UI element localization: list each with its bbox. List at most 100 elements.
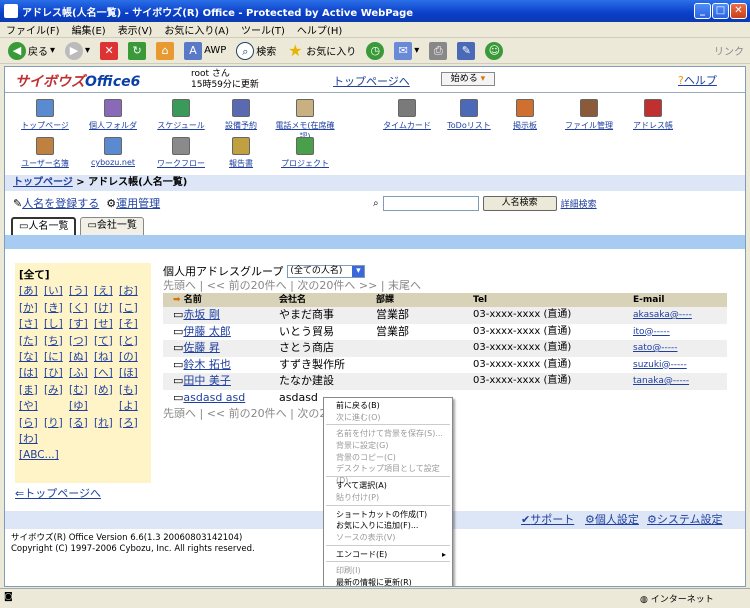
history-button[interactable]: ◷	[364, 40, 386, 62]
kana-link[interactable]: [み]	[44, 382, 66, 398]
person-name-link[interactable]: 田中 美子	[183, 374, 231, 387]
pager-prev[interactable]: << 前の20件へ	[207, 279, 287, 292]
personal-settings-link[interactable]: ⚙個人設定	[585, 511, 639, 529]
menu-edit[interactable]: 編集(E)	[72, 22, 106, 37]
links-label[interactable]: リンク	[714, 43, 744, 58]
kana-link[interactable]: [ね]	[94, 349, 116, 365]
kana-link[interactable]: [す]	[69, 316, 91, 332]
kana-link[interactable]: [き]	[44, 300, 66, 316]
app-personal-folder[interactable]: 個人フォルダ	[81, 99, 145, 131]
header-name[interactable]: ➡ 名前	[163, 293, 279, 307]
kana-link[interactable]: [な]	[19, 349, 41, 365]
kana-link[interactable]: [ABC...]	[19, 447, 59, 463]
kana-link[interactable]: [ち]	[44, 333, 66, 349]
kana-link[interactable]: [ろ]	[119, 415, 141, 431]
context-menu-item[interactable]: 最新の情報に更新(R)	[324, 577, 452, 586]
favorites-button[interactable]: ★ お気に入り	[284, 40, 358, 62]
app-address-book[interactable]: アドレス帳	[621, 99, 685, 131]
kana-link[interactable]: [も]	[119, 382, 141, 398]
advanced-search-link[interactable]: 詳細検索	[561, 197, 597, 210]
kana-link[interactable]: [ま]	[19, 382, 41, 398]
kana-link[interactable]: [の]	[119, 349, 141, 365]
name-cell[interactable]: ▭赤坂 剛	[163, 307, 279, 324]
kana-link[interactable]: [う]	[69, 283, 91, 299]
app-phone-memo[interactable]: 電話メモ(在席確認)	[273, 99, 337, 142]
person-name-link[interactable]: 伊藤 太郎	[183, 325, 231, 338]
context-menu-item[interactable]: すべて選択(A)	[324, 480, 452, 492]
kana-link[interactable]: [め]	[94, 382, 116, 398]
pager-first[interactable]: 先頭へ	[163, 279, 196, 292]
app-top-page[interactable]: トップページ	[13, 99, 77, 131]
kana-link[interactable]: [ゆ]	[69, 398, 91, 414]
kana-link[interactable]: [に]	[44, 349, 66, 365]
kana-link[interactable]: [ひ]	[44, 365, 66, 381]
kana-link[interactable]: [わ]	[19, 431, 41, 447]
context-menu-item[interactable]: エンコード(E) ▸	[324, 549, 452, 561]
home-button[interactable]: ⌂	[154, 40, 176, 62]
name-cell[interactable]: ▭鈴木 拓也	[163, 357, 279, 374]
kana-link[interactable]: [ほ]	[119, 365, 141, 381]
context-menu-item[interactable]: お気に入りに追加(F)...	[324, 520, 452, 532]
kana-link[interactable]: [は]	[19, 365, 41, 381]
context-menu-item[interactable]: 前に戻る(B)	[324, 400, 452, 412]
app-user-list[interactable]: ユーザー名簿	[13, 137, 77, 169]
start-dropdown[interactable]: 始める ▾	[441, 72, 495, 86]
stop-button[interactable]: ✕	[98, 40, 120, 62]
address-group-select[interactable]: (全ての人名) ▾	[287, 264, 366, 278]
admin-link[interactable]: 運用管理	[116, 197, 160, 210]
kana-link[interactable]: [そ]	[119, 316, 141, 332]
menu-favorites[interactable]: お気に入り(A)	[164, 22, 229, 37]
edit-button[interactable]: ✎	[455, 40, 477, 62]
kana-link[interactable]: [た]	[19, 333, 41, 349]
app-todo[interactable]: ToDoリスト	[437, 99, 501, 131]
messenger-button[interactable]: ☺	[483, 40, 505, 62]
kana-link[interactable]: [る]	[69, 415, 91, 431]
kana-all-link[interactable]: [全て]	[19, 267, 147, 283]
menu-tools[interactable]: ツール(T)	[241, 22, 285, 37]
refresh-button[interactable]: ↻	[126, 40, 148, 62]
app-bulletin[interactable]: 掲示板	[493, 99, 557, 131]
name-cell[interactable]: ▭伊藤 太郎	[163, 324, 279, 341]
menu-view[interactable]: 表示(V)	[118, 22, 153, 37]
awp-button[interactable]: A AWP	[182, 40, 228, 62]
support-link[interactable]: ✔サポート	[521, 511, 574, 529]
kana-link[interactable]: [せ]	[94, 316, 116, 332]
app-facility[interactable]: 設備予約	[209, 99, 273, 131]
email-link[interactable]: suzuki@-----	[633, 357, 727, 374]
person-name-link[interactable]: 赤坂 剛	[183, 308, 220, 321]
kana-link[interactable]: [く]	[69, 300, 91, 316]
close-button[interactable]: ✕	[730, 3, 747, 19]
email-link[interactable]: ito@-----	[633, 324, 727, 341]
kana-link[interactable]: [り]	[44, 415, 66, 431]
kana-link[interactable]: [し]	[44, 316, 66, 332]
maximize-button[interactable]: □	[712, 3, 729, 19]
kana-link[interactable]: [む]	[69, 382, 91, 398]
tab-company-list[interactable]: ▭会社一覧	[80, 217, 144, 235]
email-link[interactable]: akasaka@----	[633, 307, 727, 324]
context-menu-item[interactable]: ショートカットの作成(T)	[324, 509, 452, 521]
menu-file[interactable]: ファイル(F)	[6, 22, 60, 37]
system-settings-link[interactable]: ⚙システム設定	[647, 511, 723, 529]
kana-link[interactable]: [さ]	[19, 316, 41, 332]
email-link[interactable]	[633, 390, 727, 407]
person-name-link[interactable]: asdasd asd	[183, 391, 245, 404]
app-project[interactable]: プロジェクト	[273, 137, 337, 169]
kana-link[interactable]: [ら]	[19, 415, 41, 431]
person-name-link[interactable]: 鈴木 拓也	[183, 358, 231, 371]
app-report[interactable]: 報告書	[209, 137, 273, 169]
person-search-input[interactable]	[382, 195, 479, 211]
kana-link[interactable]: [つ]	[69, 333, 91, 349]
register-person-link[interactable]: 人名を登録する	[22, 197, 99, 210]
back-button[interactable]: ◀ 戻る ▾	[6, 40, 57, 62]
print-button[interactable]: ⎙	[427, 40, 449, 62]
breadcrumb-top-link[interactable]: トップページ	[13, 177, 73, 188]
email-link[interactable]: sato@-----	[633, 340, 727, 357]
menu-help[interactable]: ヘルプ(H)	[297, 22, 342, 37]
kana-link[interactable]: [へ]	[94, 365, 116, 381]
kana-link[interactable]: [と]	[119, 333, 141, 349]
kana-link[interactable]: [ぬ]	[69, 349, 91, 365]
email-link[interactable]: tanaka@-----	[633, 373, 727, 390]
kana-link[interactable]: [よ]	[119, 398, 141, 414]
kana-link[interactable]: [お]	[119, 283, 141, 299]
help-link[interactable]: ?ヘルプ	[678, 72, 717, 88]
